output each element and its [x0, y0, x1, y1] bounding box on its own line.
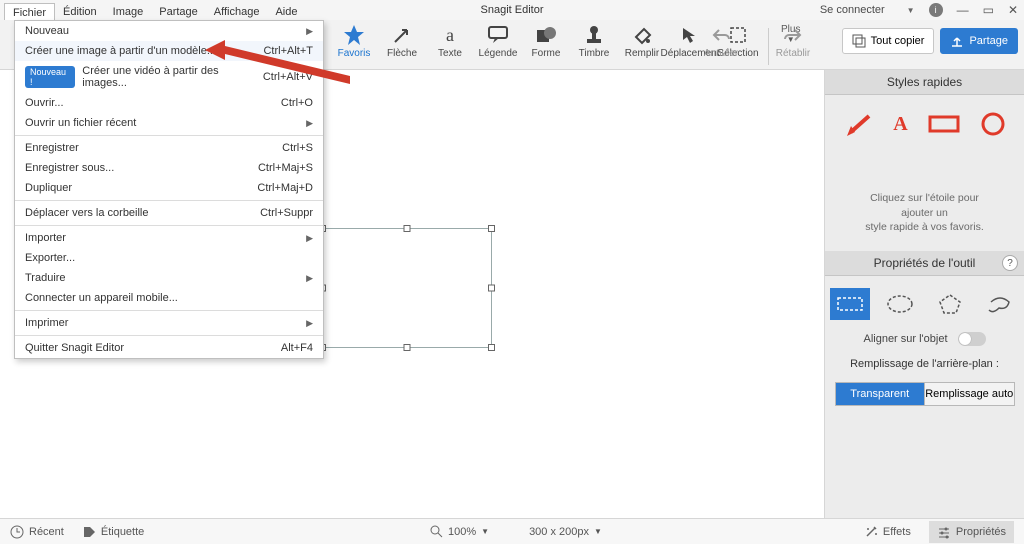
menu-translate[interactable]: Traduire▶	[15, 268, 323, 288]
shape-ellipse[interactable]	[880, 288, 920, 320]
right-panel: Styles rapides A Cliquez sur l'étoile po…	[824, 70, 1024, 524]
qs-arrow-icon[interactable]	[843, 112, 873, 136]
menu-save[interactable]: EnregistrerCtrl+S	[15, 138, 323, 158]
qs-rect-icon[interactable]	[928, 113, 960, 135]
properties-toggle[interactable]: Propriétés	[929, 521, 1014, 543]
shape-polygon[interactable]	[930, 288, 970, 320]
menu-new[interactable]: Nouveau▶	[15, 21, 323, 41]
recent-chip[interactable]: Récent	[10, 525, 64, 539]
callout-icon	[487, 24, 509, 46]
effects-button[interactable]: Effets	[864, 525, 911, 539]
clock-icon	[10, 525, 24, 539]
menu-connect-mobile[interactable]: Connecter un appareil mobile...	[15, 288, 323, 308]
menu-create-video[interactable]: Nouveau !Créer une vidéo à partir des im…	[15, 61, 323, 93]
tool-stamp[interactable]: Timbre	[570, 24, 618, 59]
maximize-button[interactable]: ▭	[983, 3, 994, 17]
stamp-icon	[583, 24, 605, 46]
redo-button[interactable]: Rétablir	[772, 24, 814, 59]
search-icon	[430, 525, 443, 538]
tool-props-header: Propriétés de l'outil ?	[825, 251, 1024, 276]
fill-auto[interactable]: Remplissage auto	[925, 383, 1014, 405]
selection-rect[interactable]	[322, 228, 492, 348]
zoom-control[interactable]: 100%▼	[430, 525, 489, 538]
tool-text[interactable]: a Texte	[426, 24, 474, 59]
signin-link[interactable]: Se connecter	[820, 4, 885, 16]
minimize-button[interactable]: —	[957, 3, 969, 17]
menu-print[interactable]: Imprimer▶	[15, 313, 323, 333]
menu-export[interactable]: Exporter...	[15, 248, 323, 268]
file-menu-dropdown: Nouveau▶ Créer une image à partir d'un m…	[14, 20, 324, 359]
align-label: Aligner sur l'objet	[863, 333, 947, 345]
fill-transparent[interactable]: Transparent	[836, 383, 926, 405]
menu-trash[interactable]: Déplacer vers la corbeilleCtrl+Suppr	[15, 203, 323, 223]
align-toggle[interactable]	[958, 332, 986, 346]
shape-icon	[535, 24, 557, 46]
tool-fill[interactable]: Remplir	[618, 24, 666, 59]
resize-handle[interactable]	[488, 225, 495, 232]
move-icon	[679, 24, 701, 46]
wand-icon	[864, 525, 878, 539]
star-icon	[343, 24, 365, 46]
copy-all-button[interactable]: Tout copier	[842, 28, 935, 54]
status-bar: Récent Étiquette 100%▼ 300 x 200px▼ Effe…	[0, 518, 1024, 544]
tag-icon	[82, 525, 96, 539]
quick-styles-hint: Cliquez sur l'étoile pour ajouter un sty…	[865, 191, 983, 235]
fill-icon	[631, 24, 653, 46]
menu-duplicate[interactable]: DupliquerCtrl+Maj+D	[15, 178, 323, 198]
resize-handle[interactable]	[488, 285, 495, 292]
menu-save-as[interactable]: Enregistrer sous...Ctrl+Maj+S	[15, 158, 323, 178]
menu-create-from-template[interactable]: Créer une image à partir d'un modèle...C…	[15, 41, 323, 61]
tool-shape[interactable]: Forme	[522, 24, 570, 59]
quick-styles-header: Styles rapides	[825, 70, 1024, 95]
tool-arrow[interactable]: Flèche	[378, 24, 426, 59]
fill-label: Remplissage de l'arrière-plan :	[850, 358, 999, 370]
share-icon	[950, 34, 964, 48]
text-icon: a	[439, 24, 461, 46]
menu-import[interactable]: Importer▶	[15, 228, 323, 248]
qs-text-icon[interactable]: A	[893, 113, 907, 136]
copy-icon	[852, 34, 866, 48]
close-button[interactable]: ✕	[1008, 3, 1018, 17]
qs-circle-icon[interactable]	[980, 111, 1006, 137]
menu-open[interactable]: Ouvrir...Ctrl+O	[15, 93, 323, 113]
undo-button[interactable]: Annuler	[700, 24, 742, 59]
sliders-icon	[937, 525, 951, 539]
menu-quit[interactable]: Quitter Snagit EditorAlt+F4	[15, 338, 323, 358]
info-icon[interactable]: i	[929, 3, 943, 17]
dropdown-caret-icon[interactable]: ▼	[907, 6, 915, 15]
arrow-icon	[391, 24, 413, 46]
menu-open-recent[interactable]: Ouvrir un fichier récent▶	[15, 113, 323, 133]
undo-icon	[710, 24, 732, 46]
resize-handle[interactable]	[404, 225, 411, 232]
shape-rect-solid[interactable]	[830, 288, 870, 320]
redo-icon	[782, 24, 804, 46]
resize-handle[interactable]	[404, 344, 411, 351]
dimensions-display[interactable]: 300 x 200px▼	[529, 526, 602, 538]
tag-chip[interactable]: Étiquette	[82, 525, 144, 539]
shape-lasso[interactable]	[980, 288, 1020, 320]
tool-callout[interactable]: Légende	[474, 24, 522, 59]
help-icon[interactable]: ?	[1002, 255, 1018, 271]
resize-handle[interactable]	[488, 344, 495, 351]
share-button[interactable]: Partage	[940, 28, 1018, 54]
tool-favorites[interactable]: Favoris	[330, 24, 378, 59]
fill-segment: Transparent Remplissage auto	[835, 382, 1015, 406]
